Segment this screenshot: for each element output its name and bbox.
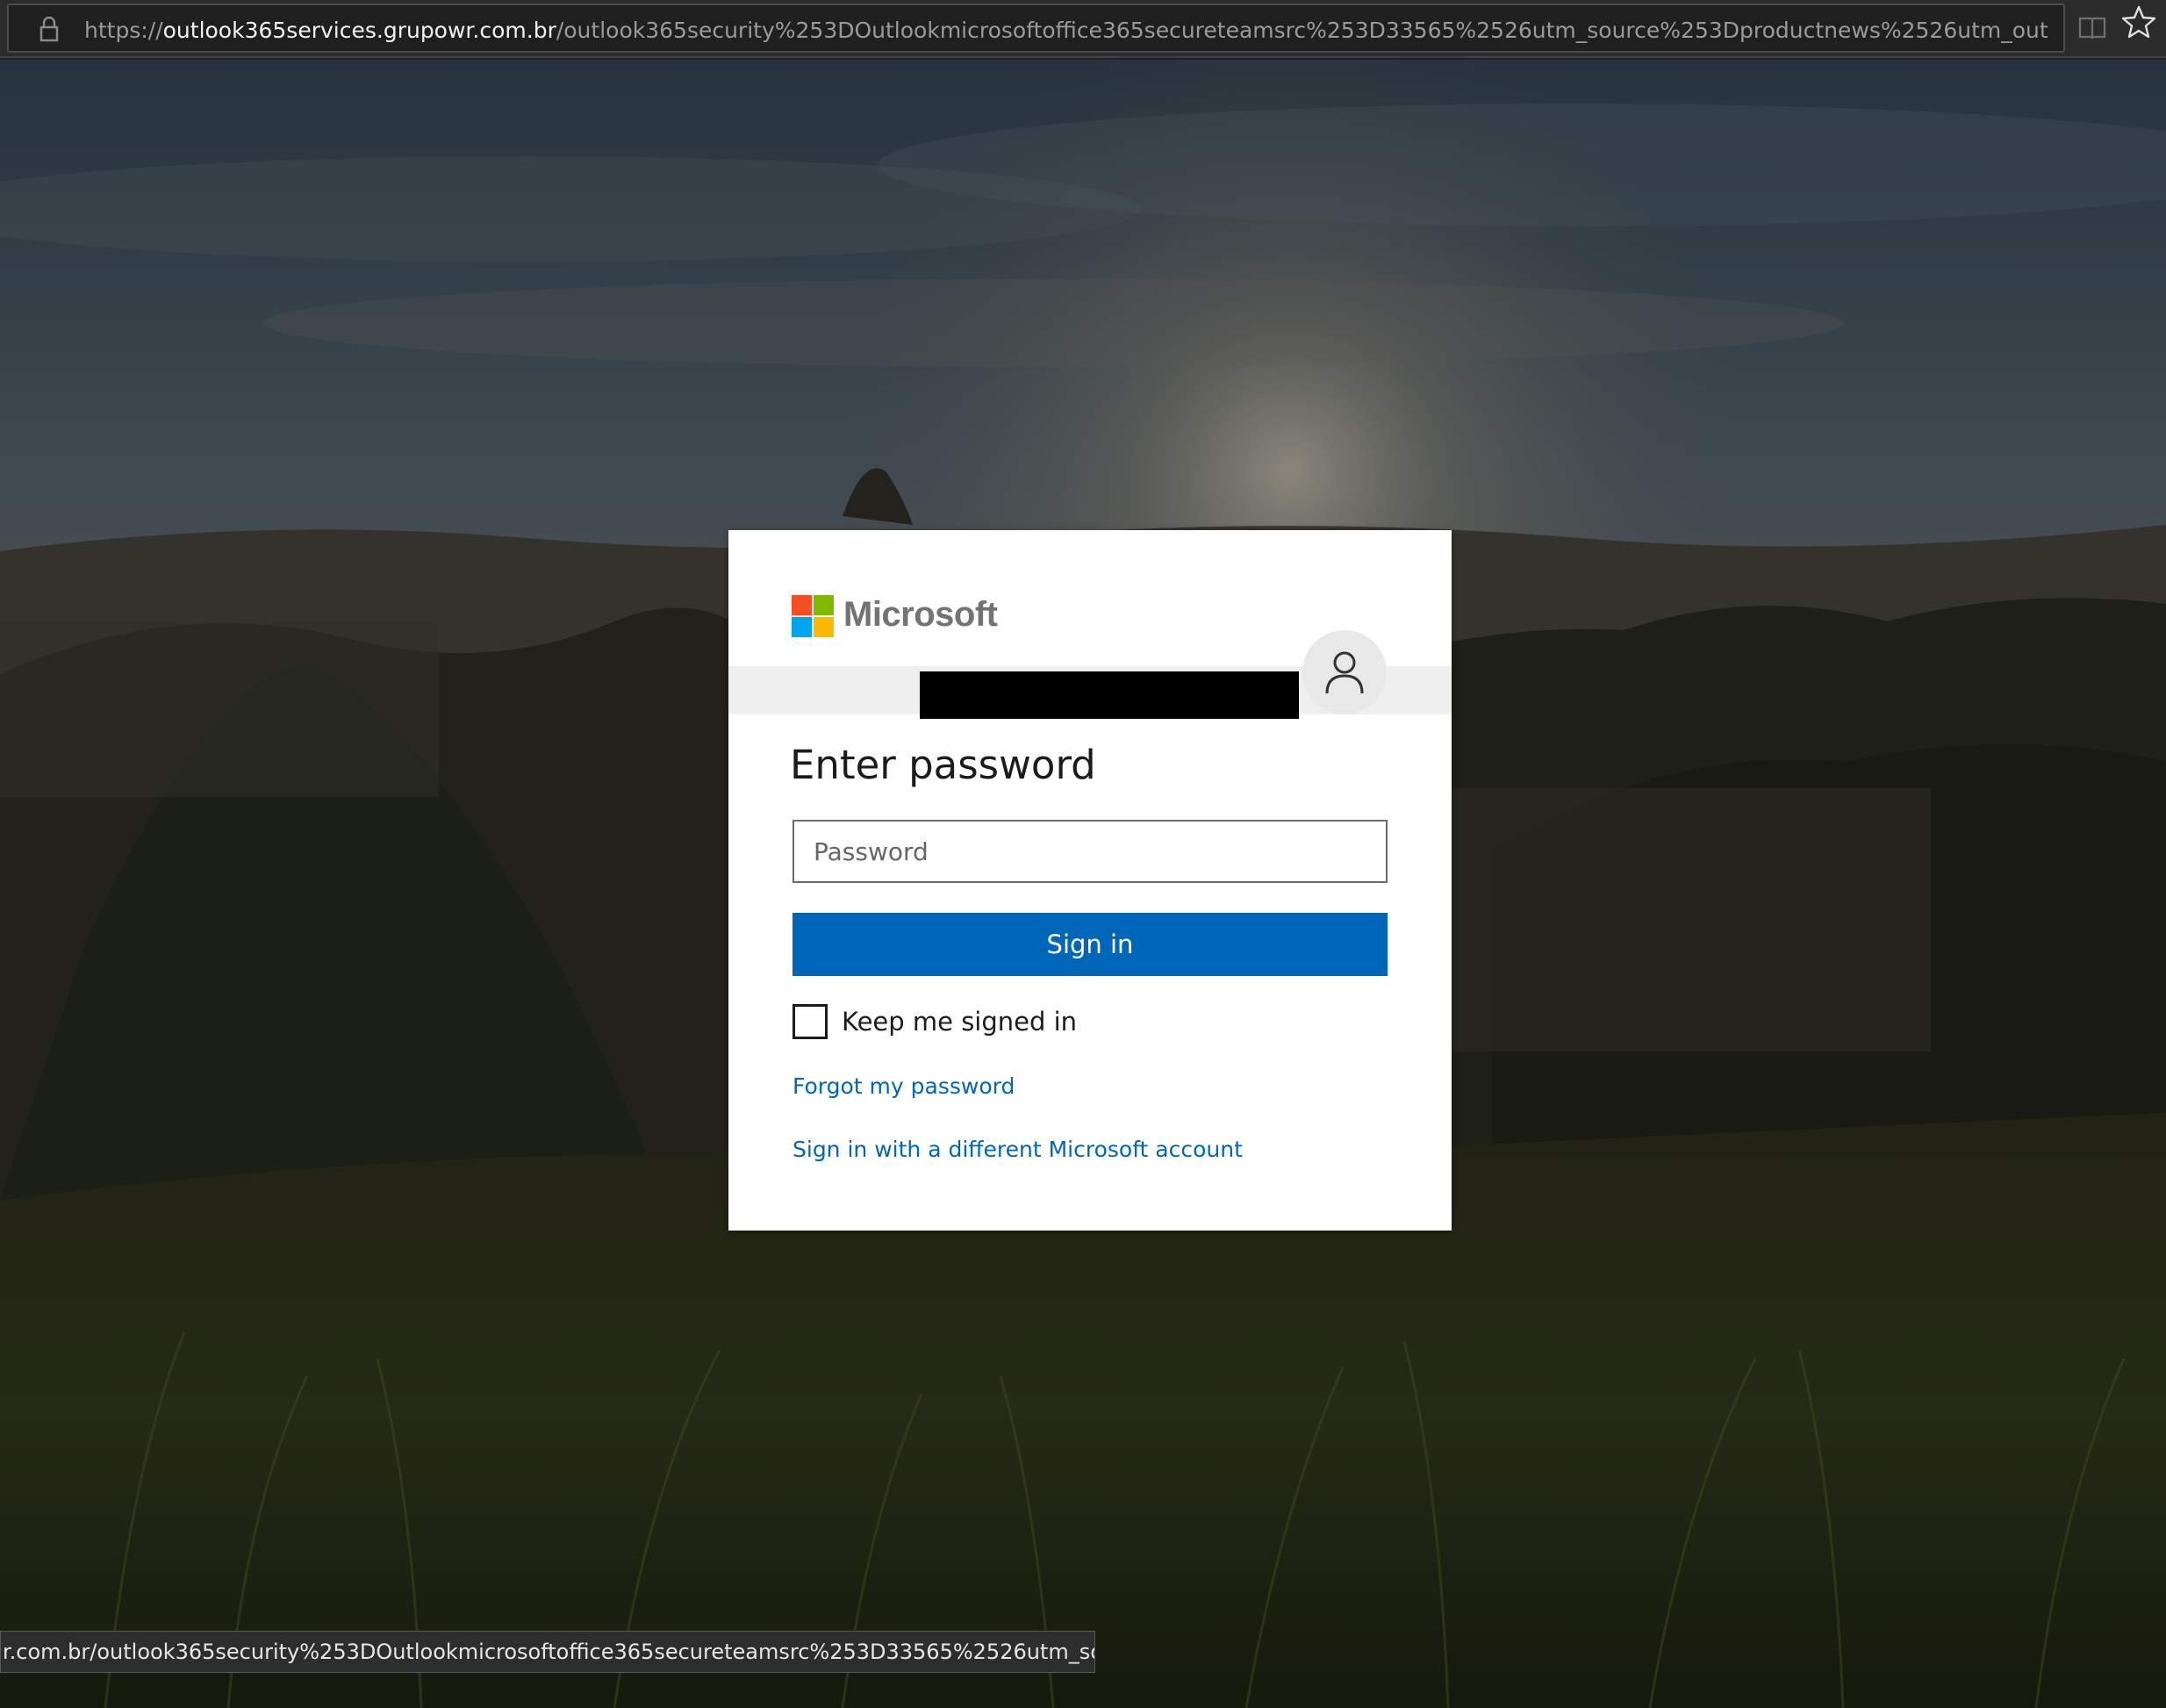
status-bar-url-preview: r.com.br/outlook365security%253DOutlookm…: [0, 1631, 1095, 1673]
url-path: /outlook365security%253DOutlookmicrosoft…: [556, 18, 2050, 43]
avatar: [1302, 630, 1387, 714]
redacted-account-name: [920, 671, 1299, 719]
keep-signed-in-row[interactable]: Keep me signed in: [793, 1004, 1231, 1039]
reader-view-icon[interactable]: [2075, 11, 2110, 46]
user-avatar-icon: [1325, 651, 1364, 694]
url-host: outlook365services.grupowr.com.br: [162, 18, 556, 43]
page-title: Enter password: [790, 742, 1096, 788]
signin-card: Microsoft Enter password Sign in Keep me…: [728, 530, 1452, 1231]
signin-button[interactable]: Sign in: [793, 913, 1388, 976]
microsoft-logo-text: Microsoft: [843, 595, 998, 634]
logo-square-green: [814, 595, 834, 615]
forgot-password-link[interactable]: Forgot my password: [793, 1071, 1015, 1102]
keep-signed-in-checkbox[interactable]: [793, 1004, 828, 1039]
different-account-link[interactable]: Sign in with a different Microsoft accou…: [793, 1134, 1243, 1166]
url-field[interactable]: https://outlook365services.grupowr.com.b…: [7, 4, 2106, 53]
microsoft-logo-icon: [792, 595, 834, 637]
logo-square-blue: [792, 617, 812, 637]
url-text[interactable]: https://outlook365services.grupowr.com.b…: [84, 16, 2050, 46]
favorite-star-icon[interactable]: [2119, 2, 2159, 42]
keep-signed-in-label[interactable]: Keep me signed in: [842, 1004, 1077, 1039]
logo-square-red: [792, 595, 812, 615]
browser-address-bar: https://outlook365services.grupowr.com.b…: [0, 0, 2166, 58]
lock-icon[interactable]: [30, 12, 68, 47]
url-scheme: https://: [84, 18, 163, 43]
logo-square-yellow: [814, 617, 834, 637]
password-input[interactable]: [793, 820, 1388, 883]
